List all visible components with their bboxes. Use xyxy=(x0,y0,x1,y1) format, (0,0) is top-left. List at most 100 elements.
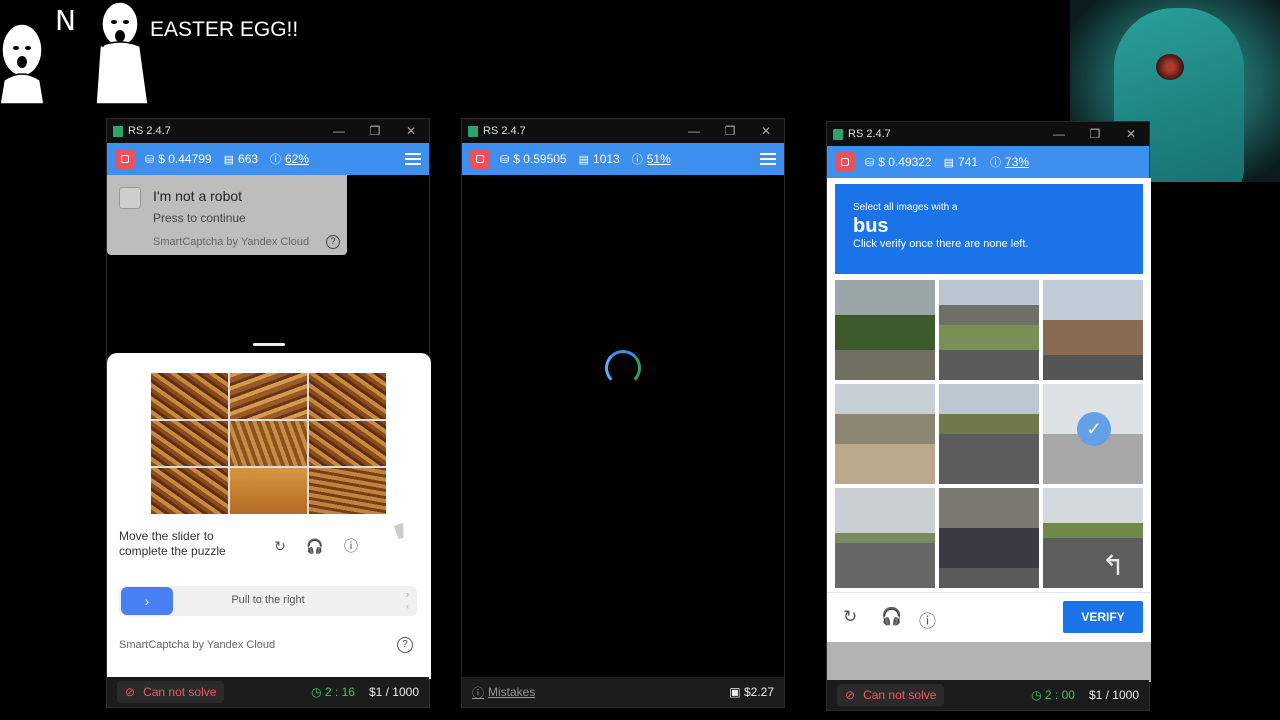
hamburger-menu-icon[interactable] xyxy=(405,153,421,165)
headphones-icon[interactable]: 🎧 xyxy=(306,537,324,555)
cant-solve-button[interactable]: ⊘ Can not solve xyxy=(117,681,225,703)
count-value: 663 xyxy=(238,152,259,166)
window-toolbar: ⛁ $ 0.59505 ▤ 1013 ⓘ 51% xyxy=(462,143,784,175)
puzzle-tile xyxy=(230,420,307,467)
captcha-tile[interactable] xyxy=(939,280,1039,380)
restore-icon[interactable]: ❐ xyxy=(1077,127,1113,141)
info-icon: ⓘ xyxy=(990,157,1002,169)
info-icon[interactable]: ⓘ xyxy=(342,537,360,555)
puzzle-tile xyxy=(309,420,386,467)
refresh-icon[interactable]: ↻ xyxy=(271,537,289,555)
captcha-tile[interactable] xyxy=(835,384,935,484)
window-title: RS 2.4.7 xyxy=(128,125,171,137)
close-icon[interactable]: ✕ xyxy=(393,124,429,138)
receipt-icon: ▤ xyxy=(578,153,590,166)
restore-icon[interactable]: ❐ xyxy=(712,124,748,138)
balance-item: ⛁ $ 0.44799 xyxy=(145,152,212,166)
close-icon[interactable]: ✕ xyxy=(748,124,784,138)
wallet-balance: ▣ $2.27 xyxy=(729,685,774,699)
cant-solve-label: Can not solve xyxy=(863,688,937,702)
window-statusbar: ⓘ Mistakes ▣ $2.27 xyxy=(462,677,784,707)
window-titlebar[interactable]: RS 2.4.7 — ❐ ✕ xyxy=(107,119,429,143)
count-value: 741 xyxy=(958,155,979,169)
percent-item[interactable]: ⓘ 51% xyxy=(632,151,671,167)
stop-button[interactable] xyxy=(470,149,490,169)
count-item: ▤ 1013 xyxy=(579,152,620,166)
window-titlebar[interactable]: RS 2.4.7 — ❐ ✕ xyxy=(462,119,784,143)
clock-icon: ◷ xyxy=(311,685,322,699)
puzzle-image xyxy=(151,373,386,514)
puzzle-tile xyxy=(151,373,228,419)
mistakes-link[interactable]: ⓘ Mistakes xyxy=(472,684,535,701)
wallet-icon: ▣ xyxy=(729,685,741,699)
close-icon[interactable]: ✕ xyxy=(1113,127,1149,141)
timer-value: 2 : 00 xyxy=(1044,688,1075,702)
info-icon: ⓘ xyxy=(631,154,643,166)
puzzle-tile xyxy=(151,420,228,467)
timer: ◷ 2 : 16 xyxy=(311,685,355,699)
mistakes-label: Mistakes xyxy=(488,685,536,699)
sheet-drag-handle[interactable] xyxy=(253,343,285,346)
puzzle-tile xyxy=(151,468,228,514)
help-icon[interactable]: ? xyxy=(397,637,413,653)
captcha-tile[interactable] xyxy=(835,488,935,588)
slider-handle[interactable]: › xyxy=(121,587,173,615)
captcha-tile[interactable] xyxy=(835,280,935,380)
captcha-tile[interactable] xyxy=(1043,280,1143,380)
app-logo-icon xyxy=(113,125,123,137)
audio-icon[interactable]: 🎧 xyxy=(881,607,902,627)
window-toolbar: ⛁ $ 0.49322 ▤ 741 ⓘ 73% xyxy=(827,146,1149,178)
hamburger-menu-icon[interactable] xyxy=(760,153,776,165)
puzzle-sheet: Move the slider to complete the puzzle ↻… xyxy=(107,353,431,679)
clock-icon: ◷ xyxy=(1031,688,1042,702)
captcha-tile[interactable] xyxy=(939,488,1039,588)
recaptcha-prompt: Select all images with a bus Click verif… xyxy=(835,184,1143,274)
app-logo-icon xyxy=(833,128,843,140)
percent-link[interactable]: 73% xyxy=(1005,155,1029,169)
puzzle-tile xyxy=(230,373,307,419)
captcha-tile[interactable] xyxy=(939,384,1039,484)
percent-item[interactable]: ⓘ 73% xyxy=(990,154,1029,170)
robot-checkbox-widget[interactable]: I'm not a robot Press to continue SmartC… xyxy=(107,175,347,255)
puzzle-tile xyxy=(309,373,386,419)
recaptcha-footer: ↻ 🎧 ⓘ VERIFY xyxy=(827,592,1151,642)
window-title: RS 2.4.7 xyxy=(848,128,891,140)
info-icon[interactable]: ⓘ xyxy=(919,607,936,632)
verify-button[interactable]: VERIFY xyxy=(1063,601,1143,633)
percent-link[interactable]: 62% xyxy=(285,152,309,166)
minimize-icon[interactable]: — xyxy=(1041,127,1077,141)
restore-icon[interactable]: ❐ xyxy=(357,124,393,138)
help-icon[interactable]: ? xyxy=(326,235,340,249)
window-title: RS 2.4.7 xyxy=(483,125,526,137)
meme-letter: N xyxy=(55,4,76,37)
cant-solve-button[interactable]: ⊘ Can not solve xyxy=(837,684,945,706)
recaptcha-grid: ✓ ↰ xyxy=(835,280,1143,588)
window-statusbar: ⊘ Can not solve ◷ 2 : 16 $1 / 1000 xyxy=(107,677,429,707)
window-statusbar: ⊘ Can not solve ◷ 2 : 00 $1 / 1000 xyxy=(827,680,1149,710)
robot-checkbox[interactable] xyxy=(119,187,141,209)
minimize-icon[interactable]: — xyxy=(676,124,712,138)
stop-button[interactable] xyxy=(115,149,135,169)
robot-brand: SmartCaptcha by Yandex Cloud xyxy=(153,236,310,248)
window-titlebar[interactable]: RS 2.4.7 — ❐ ✕ xyxy=(827,122,1149,146)
forbidden-icon: ⊘ xyxy=(845,688,856,702)
background-area xyxy=(827,642,1151,682)
info-icon: ⓘ xyxy=(270,154,282,166)
captcha-tile-selected[interactable]: ✓ xyxy=(1043,384,1143,484)
percent-item[interactable]: ⓘ 62% xyxy=(270,151,309,167)
quota: $1 / 1000 xyxy=(368,685,419,699)
captcha-tile[interactable]: ↰ xyxy=(1043,488,1143,588)
puzzle-tile xyxy=(230,468,307,514)
minimize-icon[interactable]: — xyxy=(321,124,357,138)
quota: $1 / 1000 xyxy=(1088,688,1139,702)
percent-link[interactable]: 51% xyxy=(647,152,671,166)
receipt-icon: ▤ xyxy=(223,153,235,166)
solver-window-3: RS 2.4.7 — ❐ ✕ ⛁ $ 0.49322 ▤ 741 ⓘ 73% Sele… xyxy=(826,121,1151,711)
road-arrow-icon: ↰ xyxy=(1101,550,1125,581)
reload-icon[interactable]: ↻ xyxy=(843,607,857,627)
captcha-brand: SmartCaptcha by Yandex Cloud xyxy=(119,639,276,651)
prompt-target: bus xyxy=(853,215,889,237)
stop-button[interactable] xyxy=(835,152,855,172)
balance-item: ⛁ $ 0.59505 xyxy=(500,152,567,166)
puzzle-slider[interactable]: Pull to the right › › ‹ xyxy=(119,586,417,616)
